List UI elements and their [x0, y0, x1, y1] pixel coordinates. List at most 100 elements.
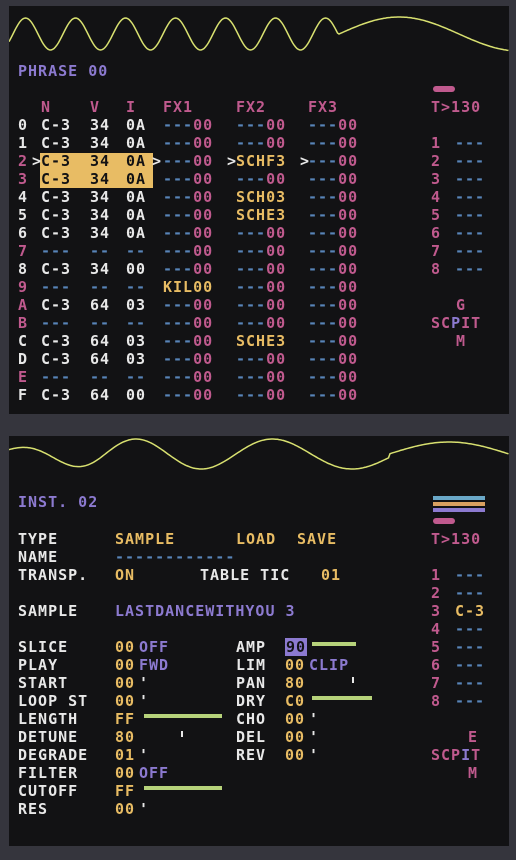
fx2-cell[interactable]: SCH03 [236, 188, 286, 206]
nav-map-bottom[interactable]: M [456, 332, 466, 350]
param-value[interactable]: 00 [115, 638, 135, 656]
fx1-cell[interactable]: ---00 [163, 386, 213, 404]
velocity-cell[interactable]: 34 [90, 188, 110, 206]
note-cell[interactable]: --- [41, 242, 71, 260]
velocity-cell[interactable]: -- [90, 368, 110, 386]
fx3-cell[interactable]: ---00 [308, 206, 358, 224]
param-value[interactable]: 00 [285, 710, 305, 728]
fx3-cell[interactable]: ---00 [308, 368, 358, 386]
fx1-cell[interactable]: ---00 [163, 332, 213, 350]
note-cell[interactable]: C-3 [41, 332, 71, 350]
track-slot[interactable]: --- [455, 188, 485, 206]
fx2-cell[interactable]: ---00 [236, 224, 286, 242]
track-slot[interactable]: --- [455, 134, 485, 152]
track-slot[interactable]: --- [455, 224, 485, 242]
velocity-cell[interactable]: 64 [90, 296, 110, 314]
fx2-cell[interactable]: ---00 [236, 296, 286, 314]
note-cell[interactable]: C-3 [41, 170, 71, 188]
fx1-cell[interactable]: ---00 [163, 242, 213, 260]
param-value[interactable]: 00 [115, 692, 135, 710]
nav-map-top[interactable]: G [456, 296, 466, 314]
nav-map-row[interactable]: SCPIT [431, 746, 481, 764]
track-slot[interactable]: --- [455, 584, 485, 602]
instrument-cell[interactable]: -- [126, 242, 146, 260]
velocity-cell[interactable]: 64 [90, 386, 110, 404]
track-slot[interactable]: --- [455, 566, 485, 584]
velocity-cell[interactable]: 34 [90, 134, 110, 152]
instrument-cell[interactable]: 0A [126, 116, 146, 134]
note-cell[interactable]: C-3 [41, 116, 71, 134]
fx1-cell[interactable]: ---00 [163, 188, 213, 206]
velocity-cell[interactable]: -- [90, 278, 110, 296]
note-cell[interactable]: C-3 [41, 188, 71, 206]
instrument-cell[interactable]: 0A [126, 188, 146, 206]
fx3-cell[interactable]: ---00 [308, 386, 358, 404]
note-cell[interactable]: --- [41, 314, 71, 332]
note-cell[interactable]: C-3 [41, 152, 71, 170]
fx1-cell[interactable]: KIL00 [163, 278, 213, 296]
track-slot[interactable]: --- [455, 638, 485, 656]
instrument-cell[interactable]: 0A [126, 170, 146, 188]
fx3-cell[interactable]: ---00 [308, 296, 358, 314]
track-slot[interactable]: --- [455, 170, 485, 188]
fx2-cell[interactable]: SCHE3 [236, 332, 286, 350]
fx2-cell[interactable]: ---00 [236, 386, 286, 404]
fx2-cell[interactable]: ---00 [236, 170, 286, 188]
fx2-cell[interactable]: ---00 [236, 350, 286, 368]
instrument-cell[interactable]: -- [126, 278, 146, 296]
track-slot[interactable]: --- [455, 152, 485, 170]
note-cell[interactable]: C-3 [41, 134, 71, 152]
fx3-cell[interactable]: ---00 [308, 314, 358, 332]
fx1-cell[interactable]: ---00 [163, 260, 213, 278]
track-slot[interactable]: --- [455, 260, 485, 278]
note-cell[interactable]: --- [41, 368, 71, 386]
instrument-cell[interactable]: 0A [126, 134, 146, 152]
instrument-cell[interactable]: 00 [126, 386, 146, 404]
fx1-cell[interactable]: ---00 [163, 314, 213, 332]
instrument-cell[interactable]: 0A [126, 152, 146, 170]
instrument-cell[interactable]: -- [126, 314, 146, 332]
table-tic-value[interactable]: 01 [321, 566, 341, 584]
param-value[interactable]: FF [115, 710, 135, 728]
instrument-cell[interactable]: 03 [126, 332, 146, 350]
fx1-cell[interactable]: ---00 [163, 368, 213, 386]
velocity-cell[interactable]: 34 [90, 152, 110, 170]
note-cell[interactable]: --- [41, 278, 71, 296]
fx3-cell[interactable]: ---00 [308, 170, 358, 188]
fx1-cell[interactable]: ---00 [163, 134, 213, 152]
fx3-cell[interactable]: ---00 [308, 260, 358, 278]
load-button[interactable]: LOAD [236, 530, 276, 548]
track-slot[interactable]: --- [455, 206, 485, 224]
instrument-cell[interactable]: 00 [126, 260, 146, 278]
save-button[interactable]: SAVE [297, 530, 337, 548]
fx1-cell[interactable]: ---00 [163, 350, 213, 368]
velocity-cell[interactable]: 34 [90, 116, 110, 134]
track-slot[interactable]: --- [455, 620, 485, 638]
track-slot[interactable]: --- [455, 692, 485, 710]
param-value[interactable]: 00 [115, 674, 135, 692]
track-slot[interactable]: --- [455, 674, 485, 692]
velocity-cell[interactable]: 34 [90, 170, 110, 188]
fx1-cell[interactable]: ---00 [163, 296, 213, 314]
track-slot[interactable]: C-3 [455, 602, 485, 620]
param-value[interactable]: 80 [285, 674, 305, 692]
fx2-cell[interactable]: ---00 [236, 368, 286, 386]
fx1-cell[interactable]: ---00 [163, 152, 213, 170]
param-value[interactable]: 00 [115, 656, 135, 674]
instrument-cell[interactable]: 03 [126, 350, 146, 368]
nav-map-bottom[interactable]: M [468, 764, 478, 782]
transpose-toggle[interactable]: ON [115, 566, 135, 584]
fx3-cell[interactable]: ---00 [308, 242, 358, 260]
fx3-cell[interactable]: ---00 [308, 116, 358, 134]
note-cell[interactable]: C-3 [41, 224, 71, 242]
track-slot[interactable]: --- [455, 242, 485, 260]
param-value[interactable]: C0 [285, 692, 305, 710]
velocity-cell[interactable]: 34 [90, 224, 110, 242]
param-value[interactable]: 01 [115, 746, 135, 764]
param-value[interactable]: 00 [115, 800, 135, 818]
param-value[interactable]: 00 [115, 764, 135, 782]
nav-map-row[interactable]: SCPIT [431, 314, 481, 332]
velocity-cell[interactable]: -- [90, 314, 110, 332]
fx3-cell[interactable]: ---00 [308, 224, 358, 242]
fx1-cell[interactable]: ---00 [163, 170, 213, 188]
